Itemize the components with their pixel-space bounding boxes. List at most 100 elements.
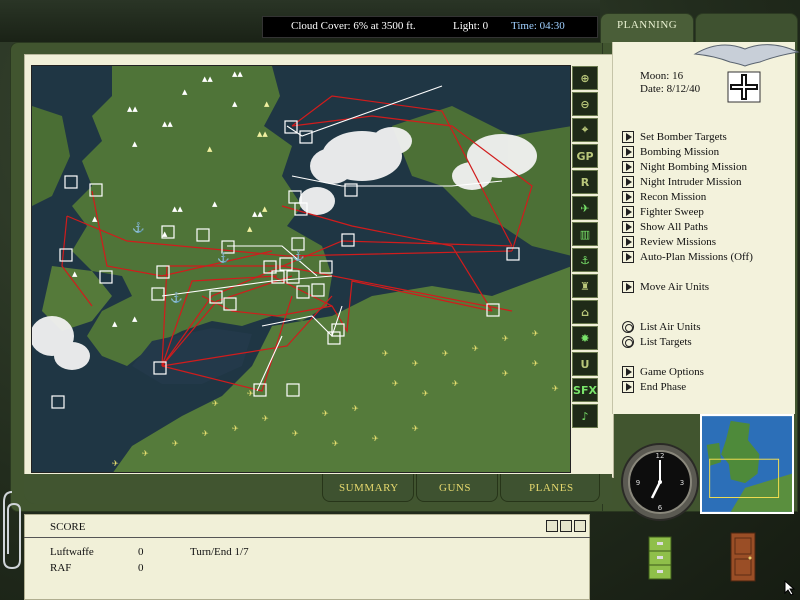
sfx-button[interactable]: SFX bbox=[572, 378, 598, 402]
recon-mission-button[interactable]: Recon Mission bbox=[622, 190, 706, 204]
svg-text:✈: ✈ bbox=[322, 409, 329, 418]
tab-summary[interactable]: SUMMARY bbox=[322, 474, 414, 502]
night-bombing-mission-button[interactable]: Night Bombing Mission bbox=[622, 160, 747, 174]
play-arrow-icon bbox=[622, 381, 634, 393]
flak-icon: ✸ bbox=[580, 331, 590, 345]
tab-planes[interactable]: PLANES bbox=[500, 474, 600, 502]
paper-clip-icon bbox=[3, 491, 21, 570]
auto-plan-missions-button[interactable]: Auto-Plan Missions (Off) bbox=[622, 250, 753, 264]
turn-end-readout: Turn/End 1/7 bbox=[190, 546, 249, 558]
svg-text:▲: ▲ bbox=[92, 215, 98, 223]
svg-text:▲: ▲ bbox=[207, 145, 213, 153]
svg-text:✈: ✈ bbox=[172, 439, 179, 448]
tab-planning[interactable]: PLANNING bbox=[600, 13, 694, 43]
aircraft-icon: ✈ bbox=[580, 201, 590, 215]
luftwaffe-label: Luftwaffe bbox=[50, 546, 94, 558]
score-title: SCORE bbox=[50, 521, 86, 533]
minimize-button[interactable] bbox=[546, 520, 558, 532]
cloud-cover-readout: Cloud Cover: 6% at 3500 ft. bbox=[291, 20, 416, 32]
show-all-paths-button[interactable]: Show All Paths bbox=[622, 220, 708, 234]
svg-text:✈: ✈ bbox=[412, 424, 419, 433]
play-arrow-icon bbox=[622, 366, 634, 378]
play-arrow-icon bbox=[622, 131, 634, 143]
svg-text:▲▲: ▲▲ bbox=[127, 105, 138, 113]
svg-text:▲: ▲ bbox=[132, 140, 138, 148]
menu-label: End Phase bbox=[640, 381, 687, 393]
svg-text:▲: ▲ bbox=[212, 200, 218, 208]
svg-text:▲▲: ▲▲ bbox=[162, 120, 173, 128]
zoom-out-button[interactable]: ⊖ bbox=[572, 92, 598, 116]
svg-text:3: 3 bbox=[680, 479, 684, 487]
campaign-date: Date: 8/12/40 bbox=[640, 83, 701, 95]
svg-text:✈: ✈ bbox=[392, 379, 399, 388]
svg-text:6: 6 bbox=[658, 504, 663, 512]
menu-label: Recon Mission bbox=[640, 191, 707, 203]
menu-label: Set Bomber Targets bbox=[640, 131, 727, 143]
radar-button[interactable]: R bbox=[572, 170, 598, 194]
bombing-mission-button[interactable]: Bombing Mission bbox=[622, 145, 719, 159]
maximize-button[interactable] bbox=[574, 520, 586, 532]
play-arrow-icon bbox=[622, 206, 634, 218]
svg-text:✈: ✈ bbox=[502, 334, 509, 343]
tab-guns[interactable]: GUNS bbox=[416, 474, 498, 502]
night-intruder-mission-button[interactable]: Night Intruder Mission bbox=[622, 175, 741, 189]
move-air-units-button[interactable]: Move Air Units bbox=[622, 280, 709, 294]
mouse-pointer-icon bbox=[784, 580, 796, 596]
aircraft-filter-button[interactable]: ✈ bbox=[572, 196, 598, 220]
exit-door-icon[interactable] bbox=[730, 532, 756, 582]
list-air-units-button[interactable]: List Air Units bbox=[622, 320, 701, 334]
flak-filter-button[interactable]: ✸ bbox=[572, 326, 598, 350]
menu-label: Review Missions bbox=[640, 236, 717, 248]
naval-filter-button[interactable]: ⚓ bbox=[572, 248, 598, 272]
building-icon: ⌂ bbox=[581, 305, 589, 319]
crosshair-icon: ⌖ bbox=[581, 123, 589, 136]
map-canvas[interactable]: ⚓ ⚓ ⚓ ⚓ ✈✈✈ ✈✈✈ ✈✈✈ ✈✈✈ ✈✈✈ ✈✈✈ ✈✈✈ ✈✈✈ … bbox=[32, 66, 571, 473]
units-button[interactable]: U bbox=[572, 352, 598, 376]
svg-text:✈: ✈ bbox=[202, 429, 209, 438]
gp-button[interactable]: GP bbox=[572, 144, 598, 168]
svg-text:✈: ✈ bbox=[552, 384, 559, 393]
menu-label: List Air Units bbox=[640, 321, 701, 333]
zoom-out-icon: ⊖ bbox=[580, 97, 590, 111]
svg-text:▲▲: ▲▲ bbox=[172, 205, 183, 213]
fighter-sweep-button[interactable]: Fighter Sweep bbox=[622, 205, 704, 219]
overview-minimap[interactable] bbox=[700, 414, 794, 514]
set-bomber-targets-button[interactable]: Set Bomber Targets bbox=[622, 130, 727, 144]
svg-text:✈: ✈ bbox=[382, 349, 389, 358]
list-targets-button[interactable]: List Targets bbox=[622, 335, 692, 349]
menu-label: Show All Paths bbox=[640, 221, 708, 233]
raf-score: 0 bbox=[138, 562, 144, 574]
port-filter-button[interactable]: ♜ bbox=[572, 274, 598, 298]
end-phase-button[interactable]: End Phase bbox=[622, 380, 686, 394]
svg-text:12: 12 bbox=[656, 452, 665, 460]
svg-text:▲: ▲ bbox=[262, 205, 268, 213]
svg-text:▲: ▲ bbox=[182, 88, 188, 96]
city-filter-button[interactable]: ⌂ bbox=[572, 300, 598, 324]
music-button[interactable]: ♪ bbox=[572, 404, 598, 428]
tab-guns-label: GUNS bbox=[439, 482, 471, 494]
game-options-button[interactable]: Game Options bbox=[622, 365, 704, 379]
menu-label: Game Options bbox=[640, 366, 704, 378]
review-missions-button[interactable]: Review Missions bbox=[622, 235, 716, 249]
tab-planning-label: PLANNING bbox=[617, 19, 678, 31]
svg-text:✈: ✈ bbox=[472, 344, 479, 353]
crosshair-button[interactable]: ⌖ bbox=[572, 118, 598, 142]
svg-text:▲: ▲ bbox=[232, 100, 238, 108]
luftwaffe-score: 0 bbox=[138, 546, 144, 558]
sfx-label: SFX bbox=[573, 383, 597, 397]
svg-text:▲▲: ▲▲ bbox=[257, 130, 268, 138]
moon-phase: Moon: 16 bbox=[640, 70, 684, 82]
campaign-map[interactable]: ⚓ ⚓ ⚓ ⚓ ✈ ✈ ✈ ✈ ✈ ✈ ✈ ✈ ✈ ✈ ✈ ✈ ✈ ✈ ✈ ✈ ✈ ✈ ✈ ✈ ✈ ✈ ✈ ✈ … bbox=[31, 65, 571, 473]
svg-text:✈: ✈ bbox=[332, 439, 339, 448]
play-arrow-icon bbox=[622, 251, 634, 263]
restore-button[interactable] bbox=[560, 520, 572, 532]
factory-filter-button[interactable]: ▥ bbox=[572, 222, 598, 246]
svg-text:9: 9 bbox=[636, 479, 640, 487]
filing-cabinet-icon[interactable] bbox=[648, 536, 672, 580]
svg-text:✈: ✈ bbox=[112, 459, 119, 468]
zoom-in-button[interactable]: ⊕ bbox=[572, 66, 598, 90]
svg-text:✈: ✈ bbox=[142, 449, 149, 458]
tab-summary-label: SUMMARY bbox=[339, 482, 399, 494]
ring-icon bbox=[622, 336, 634, 348]
svg-text:✈: ✈ bbox=[372, 434, 379, 443]
